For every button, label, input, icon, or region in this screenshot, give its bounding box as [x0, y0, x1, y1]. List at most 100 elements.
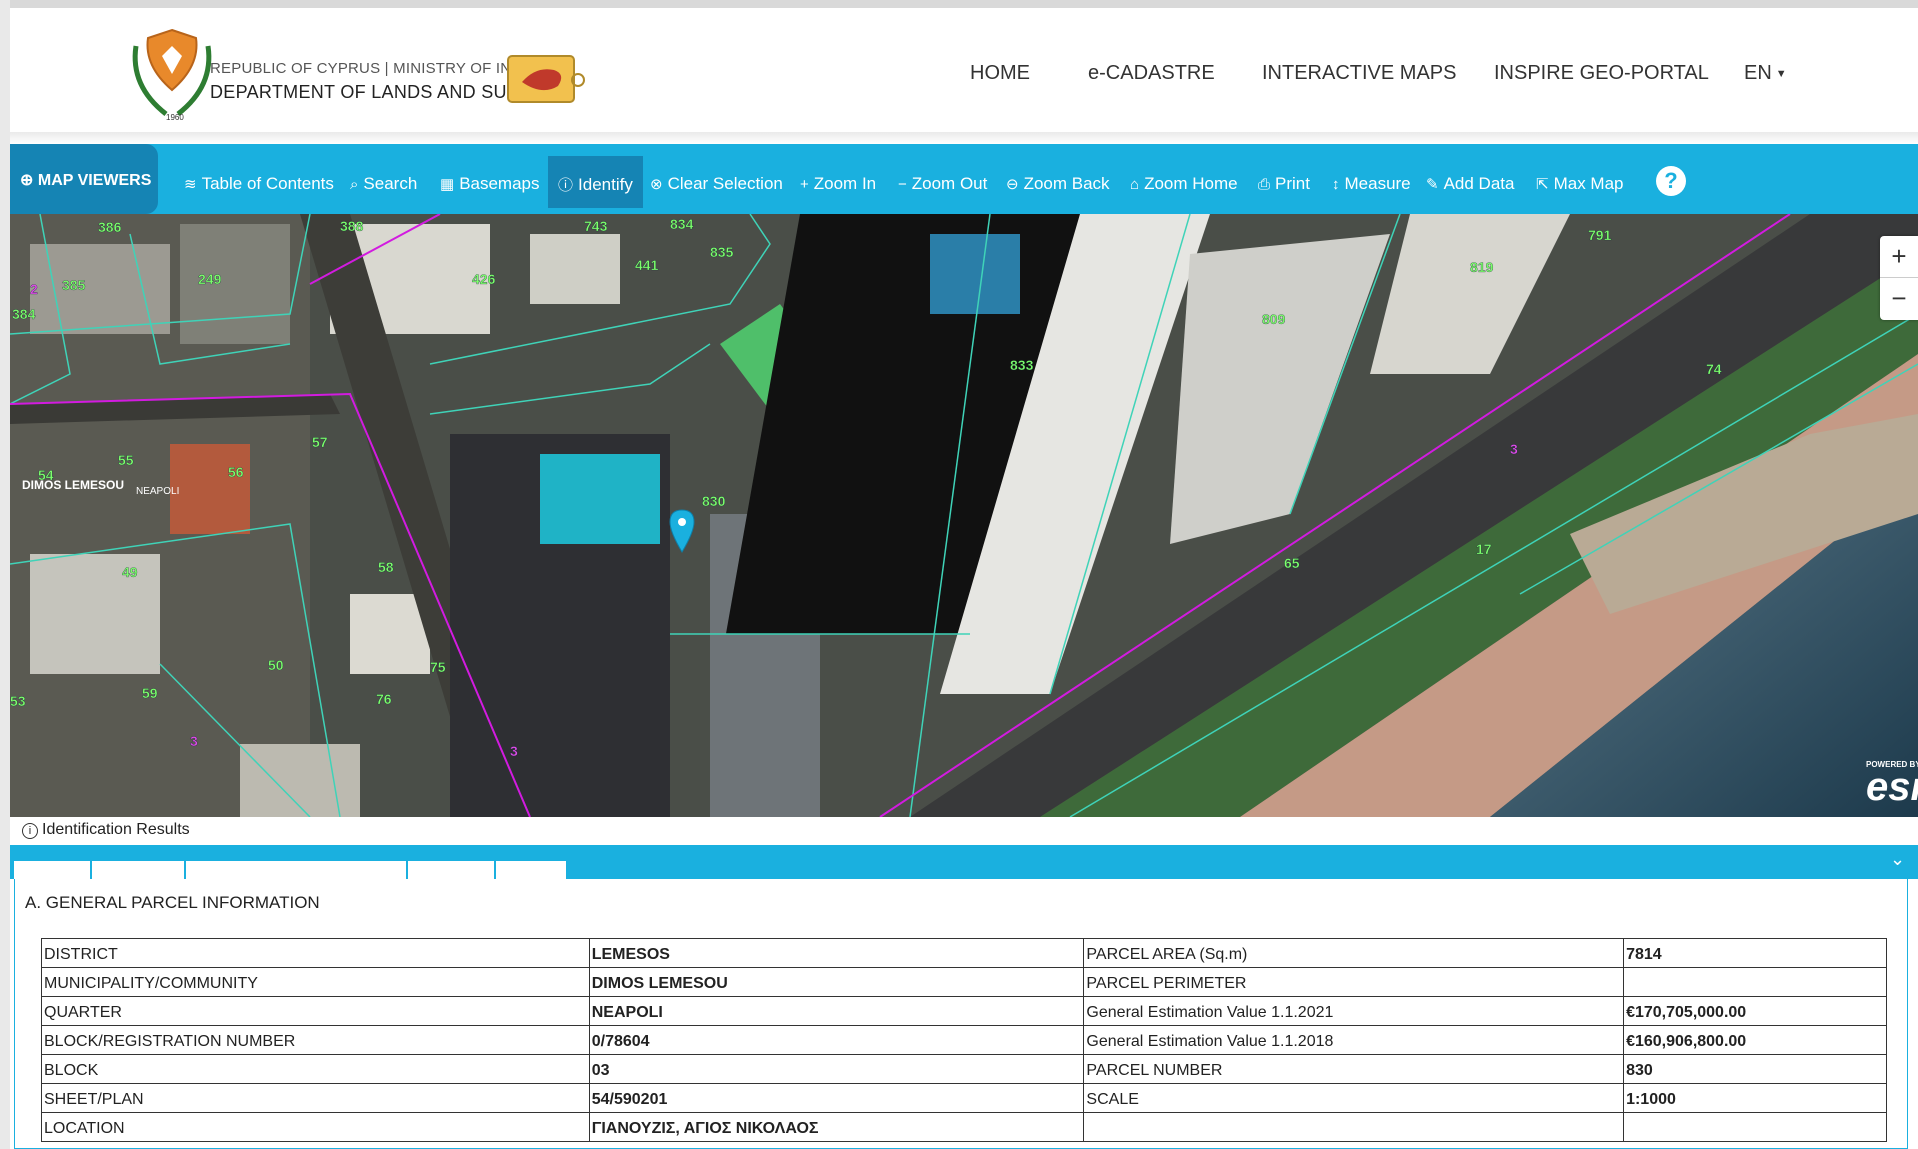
field-value	[1623, 967, 1887, 997]
parcel-label: 249	[198, 271, 222, 287]
identification-results-title: Identification Results	[42, 821, 190, 838]
parcel-label: 819	[1470, 259, 1494, 275]
parcel-label: 833	[1010, 357, 1034, 373]
field-label	[1083, 1112, 1625, 1142]
results-tab[interactable]	[496, 861, 566, 879]
map-view[interactable]: 386 388 743 834 835 441 426 249 385 384 2 833 809 819…	[10, 214, 1918, 817]
field-value: NEAPOLI	[588, 996, 1085, 1026]
language-label: EN	[1744, 62, 1772, 84]
tool-label: Clear Selection	[667, 174, 783, 193]
table-row: QUARTER NEAPOLI General Estimation Value 1…	[41, 996, 1887, 1026]
building	[30, 554, 160, 674]
nav-interactive-maps[interactable]: INTERACTIVE MAPS	[1262, 62, 1456, 85]
parcel-label: 743	[584, 218, 608, 234]
field-value: ΓΙΑΝΟΥΖΙΣ, ΑΓΙΟΣ ΝΙΚΟΛΑΟΣ	[588, 1112, 1085, 1142]
identification-results-header: i Identification Results	[10, 817, 1918, 845]
tool-label: Identify	[578, 175, 633, 194]
tool-zoom-in[interactable]: + Zoom In	[800, 174, 876, 194]
help-icon[interactable]: ?	[1656, 166, 1686, 196]
cyprus-map-badge-icon	[507, 55, 585, 103]
top-border	[10, 0, 1918, 8]
parcel-label: 3	[1510, 441, 1518, 457]
parcel-label: 835	[710, 244, 734, 260]
field-value: 0/78604	[588, 1025, 1085, 1055]
tool-search[interactable]: ⌕ Search	[350, 174, 417, 194]
parcel-label: 58	[378, 559, 394, 575]
tool-print[interactable]: ⎙ Print	[1258, 174, 1310, 194]
field-value: 830	[1623, 1054, 1887, 1084]
parcel-label: 441	[635, 257, 659, 273]
field-label: PARCEL NUMBER	[1083, 1054, 1625, 1084]
field-value: 03	[588, 1054, 1085, 1084]
tool-add-data[interactable]: ✎ Add Data	[1426, 174, 1514, 194]
swimming-pool	[540, 454, 660, 544]
tool-basemaps[interactable]: ▦ Basemaps	[440, 174, 540, 194]
language-dropdown[interactable]: EN ▼	[1744, 62, 1787, 85]
parcel-label: 384	[12, 306, 36, 322]
section-title: A. GENERAL PARCEL INFORMATION	[25, 893, 320, 912]
map-zoom-out-button[interactable]: −	[1880, 278, 1918, 320]
tool-zoom-home[interactable]: ⌂ Zoom Home	[1130, 174, 1238, 194]
parcel-info-panel: A. GENERAL PARCEL INFORMATION DISTRICT LE…	[14, 879, 1908, 1149]
minus-icon: −	[898, 176, 907, 193]
table-row: MUNICIPALITY/COMMUNITY DIMOS LEMESOU PARCE…	[41, 967, 1887, 997]
parcel-label: 2	[30, 281, 38, 297]
tool-label: Zoom Out	[911, 174, 988, 193]
field-label: BLOCK	[41, 1054, 590, 1084]
results-tab[interactable]	[14, 861, 90, 879]
edit-icon: ✎	[1426, 176, 1439, 193]
parcel-label: 57	[312, 434, 328, 450]
field-value: 54/590201	[588, 1083, 1085, 1113]
tool-table-of-contents[interactable]: ≋ Table of Contents	[184, 174, 334, 194]
field-value: DIMOS LEMESOU	[588, 967, 1085, 997]
field-label: QUARTER	[41, 996, 590, 1026]
tool-zoom-out[interactable]: − Zoom Out	[898, 174, 987, 194]
tool-label: Zoom In	[813, 174, 877, 193]
esri-attribution[interactable]: POWERED BY esri	[1866, 760, 1918, 807]
parcel-label: 49	[122, 564, 138, 580]
tool-zoom-back[interactable]: ⊖ Zoom Back	[1006, 174, 1110, 194]
tool-clear-selection[interactable]: ⊗ Clear Selection	[650, 174, 783, 194]
layers-icon: ≋	[184, 176, 197, 193]
chevron-double-down-icon[interactable]: ⌄	[1890, 849, 1905, 870]
app-window: 1960 REPUBLIC OF CYPRUS | MINISTRY OF IN…	[10, 0, 1918, 1149]
cyprus-coat-of-arms-logo[interactable]: 1960	[126, 26, 218, 122]
table-row: BLOCK 03 PARCEL NUMBER 830	[41, 1054, 1887, 1084]
field-label: LOCATION	[41, 1112, 590, 1142]
rooftop-pool	[930, 234, 1020, 314]
parcel-label: 791	[1588, 227, 1612, 243]
field-value	[1623, 1112, 1887, 1142]
print-icon: ⎙	[1258, 176, 1271, 193]
caret-down-icon: ▼	[1775, 67, 1787, 80]
parcel-label: 76	[376, 691, 392, 707]
parcel-label: 386	[98, 219, 122, 235]
tool-label: Basemaps	[459, 174, 540, 193]
building	[530, 234, 620, 304]
building	[30, 244, 170, 334]
nav-home[interactable]: HOME	[970, 62, 1030, 85]
nav-e-cadastre[interactable]: e-CADASTRE	[1088, 62, 1215, 85]
field-label: PARCEL PERIMETER	[1083, 967, 1625, 997]
field-label: General Estimation Value 1.1.2018	[1083, 1025, 1625, 1055]
tool-label: Print	[1275, 174, 1310, 193]
results-tab-bar: ⌄	[10, 845, 1918, 879]
tool-label: Search	[363, 174, 418, 193]
map-viewers-button[interactable]: ⊕ MAP VIEWERS	[10, 144, 158, 214]
results-tab[interactable]	[92, 861, 184, 879]
tool-identify[interactable]: ⓘ Identify	[548, 156, 643, 208]
map-zoom-in-button[interactable]: +	[1880, 236, 1918, 278]
parcel-info-table: DISTRICT LEMESOS PARCEL AREA (Sq.m) 7814 MUN…	[41, 938, 1887, 1142]
tool-max-map[interactable]: ⇱ Max Map	[1536, 174, 1624, 194]
nav-inspire-geo-portal[interactable]: INSPIRE GEO-PORTAL	[1494, 62, 1709, 85]
field-value: €170,705,000.00	[1623, 996, 1887, 1026]
tool-measure[interactable]: ↕ Measure	[1332, 174, 1411, 194]
parcel-label: 834	[670, 216, 694, 232]
parcel-label: 426	[472, 271, 496, 287]
place-label-dimos-lemesou: DIMOS LEMESOU	[22, 478, 124, 492]
results-tab[interactable]	[186, 861, 406, 879]
field-label: DISTRICT	[41, 938, 590, 968]
tool-label: Add Data	[1443, 174, 1515, 193]
tool-label: Measure	[1344, 174, 1411, 193]
results-tab[interactable]	[408, 861, 494, 879]
satellite-map[interactable]: 386 388 743 8348354414262493853842833809819…	[10, 214, 1918, 817]
